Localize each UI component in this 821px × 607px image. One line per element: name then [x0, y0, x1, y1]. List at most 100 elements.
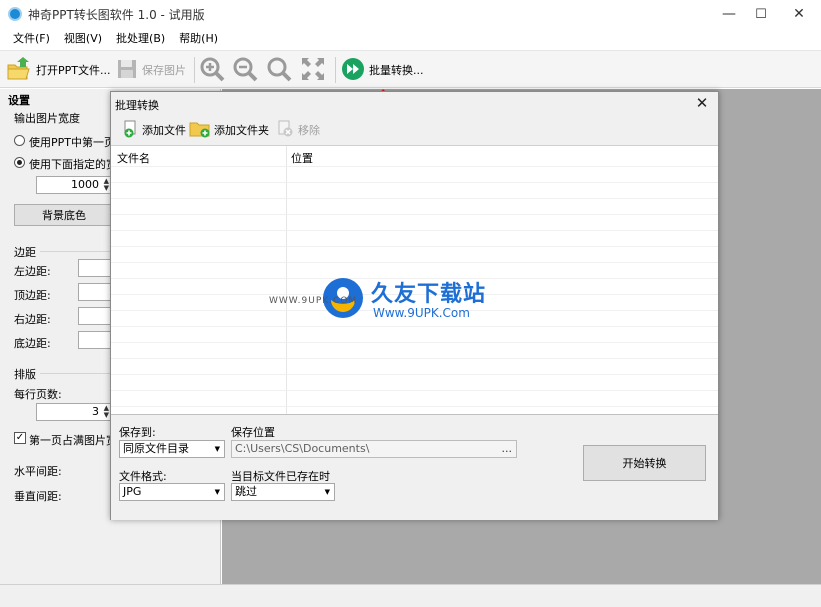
save-location-input[interactable]: C:\Users\CS\Documents\ ... [231, 440, 517, 458]
main-toolbar: 打开PPT文件... 保存图片 批量转换... [0, 50, 821, 88]
bottom-margin-label: 底边距: [14, 337, 51, 350]
status-bar [0, 584, 821, 607]
bottom-margin-input[interactable] [78, 331, 112, 349]
file-list[interactable]: 文件名 位置 WWW.9UPK.COM 久友下载站 Www.9UPK.Com [111, 145, 718, 415]
row-divider [111, 262, 718, 263]
dialog-options: 保存到: 同原文件目录 ▼ 保存位置 C:\Users\CS\Documents… [111, 416, 718, 520]
stepper-arrows-icon[interactable]: ▲ ▼ [104, 178, 109, 192]
open-ppt-button[interactable]: 打开PPT文件... [6, 56, 110, 84]
column-filename[interactable]: 文件名 [117, 150, 150, 166]
format-label: 文件格式: [119, 470, 167, 483]
row-divider [111, 374, 718, 375]
column-location[interactable]: 位置 [291, 150, 313, 166]
first-page-full-label: 第一页占满图片宽 [29, 434, 117, 447]
row-divider [111, 246, 718, 247]
margin-group-label: 边距 [14, 246, 36, 259]
radio-use-custom-width-label: 使用下面指定的宽 [29, 158, 117, 171]
batch-convert-dialog: 批理转换 ✕ 添加文件 添加文件夹 移除 文件名 位置 WWW.9UPK.COM… [110, 91, 719, 520]
save-image-label: 保存图片 [142, 64, 186, 77]
per-row-stepper[interactable]: 3 ▲ ▼ [36, 403, 112, 421]
row-divider [111, 390, 718, 391]
browse-button[interactable]: ... [502, 441, 513, 457]
menu-view[interactable]: 视图(V) [57, 28, 109, 50]
output-width-label: 输出图片宽度 [14, 112, 80, 125]
expand-icon [300, 56, 326, 85]
v-spacing-label: 垂直间距: [14, 490, 62, 503]
layout-group-label: 排版 [14, 368, 36, 381]
zoom-in-icon [199, 56, 225, 85]
menu-help[interactable]: 帮助(H) [172, 28, 225, 50]
menu-batch[interactable]: 批处理(B) [109, 28, 172, 50]
magnifier-icon [266, 56, 292, 85]
save-to-select[interactable]: 同原文件目录 ▼ [119, 440, 225, 458]
save-image-button[interactable]: 保存图片 [116, 57, 186, 83]
radio-use-ppt-width-label: 使用PPT中第一页 [29, 136, 115, 149]
row-divider [111, 406, 718, 407]
add-folder-button[interactable]: 添加文件夹 [189, 120, 269, 140]
radio-use-ppt-width[interactable] [14, 135, 25, 146]
save-location-label: 保存位置 [231, 426, 275, 439]
row-divider [111, 230, 718, 231]
save-to-value: 同原文件目录 [123, 442, 189, 455]
batch-convert-button[interactable]: 批量转换... [341, 57, 424, 83]
background-color-button[interactable]: 背景底色 [14, 204, 114, 226]
row-divider [111, 358, 718, 359]
settings-title: 设置 [8, 94, 30, 107]
save-location-value: C:\Users\CS\Documents\ [235, 442, 370, 455]
row-divider [111, 166, 718, 167]
row-divider [111, 198, 718, 199]
radio-use-custom-width[interactable] [14, 157, 25, 168]
top-margin-label: 顶边距: [14, 289, 51, 302]
add-folder-icon [189, 120, 211, 141]
zoom-out-icon [232, 56, 258, 85]
watermark-brand: 久友下载站 [371, 282, 487, 307]
batch-convert-label: 批量转换... [369, 64, 424, 77]
remove-button[interactable]: 移除 [277, 120, 320, 140]
menu-bar: 文件(F) 视图(V) 批处理(B) 帮助(H) [0, 28, 821, 50]
dropdown-arrow-icon: ▼ [214, 488, 220, 496]
row-divider [111, 342, 718, 343]
app-icon [8, 7, 22, 21]
right-margin-input[interactable] [78, 307, 112, 325]
toolbar-separator [335, 57, 336, 83]
window-title: 神奇PPT转长图软件 1.0 - 试用版 [28, 8, 205, 22]
first-page-full-checkbox[interactable]: ✓ [14, 432, 26, 444]
width-stepper[interactable]: 1000 ▲ ▼ [36, 176, 112, 194]
remove-icon [277, 120, 295, 141]
width-value: 1000 [71, 178, 99, 191]
per-row-label: 每行页数: [14, 388, 62, 401]
close-button[interactable]: ✕ [780, 0, 818, 28]
left-margin-label: 左边距: [14, 265, 51, 278]
menu-file[interactable]: 文件(F) [6, 28, 57, 50]
dropdown-arrow-icon: ▼ [324, 488, 330, 496]
zoom-actual-button[interactable] [266, 57, 296, 83]
zoom-in-button[interactable] [199, 57, 229, 83]
zoom-out-button[interactable] [232, 57, 262, 83]
format-value: JPG [123, 485, 142, 498]
maximize-button[interactable]: ☐ [742, 0, 780, 28]
row-divider [111, 326, 718, 327]
left-margin-input[interactable] [78, 259, 112, 277]
exists-label: 当目标文件已存在时 [231, 470, 330, 483]
exists-value: 跳过 [235, 485, 257, 498]
group-divider [40, 373, 112, 374]
remove-label: 移除 [298, 124, 320, 137]
top-margin-input[interactable] [78, 283, 112, 301]
row-divider [111, 214, 718, 215]
dialog-toolbar: 添加文件 添加文件夹 移除 [111, 116, 718, 144]
add-file-button[interactable]: 添加文件 [123, 120, 186, 140]
exists-select[interactable]: 跳过 ▼ [231, 483, 335, 501]
stepper-arrows-icon[interactable]: ▲ ▼ [104, 405, 109, 419]
row-divider [111, 182, 718, 183]
dropdown-arrow-icon: ▼ [214, 445, 220, 453]
add-folder-label: 添加文件夹 [214, 124, 269, 137]
fit-screen-button[interactable] [300, 57, 330, 83]
watermark-url: Www.9UPK.Com [373, 306, 470, 320]
format-select[interactable]: JPG ▼ [119, 483, 225, 501]
add-file-icon [123, 120, 139, 141]
group-divider [40, 251, 112, 252]
dialog-title: 批理转换 [115, 99, 159, 112]
dialog-close-button[interactable]: ✕ [692, 94, 712, 112]
open-folder-icon [6, 56, 32, 84]
start-convert-button[interactable]: 开始转换 [583, 445, 706, 481]
